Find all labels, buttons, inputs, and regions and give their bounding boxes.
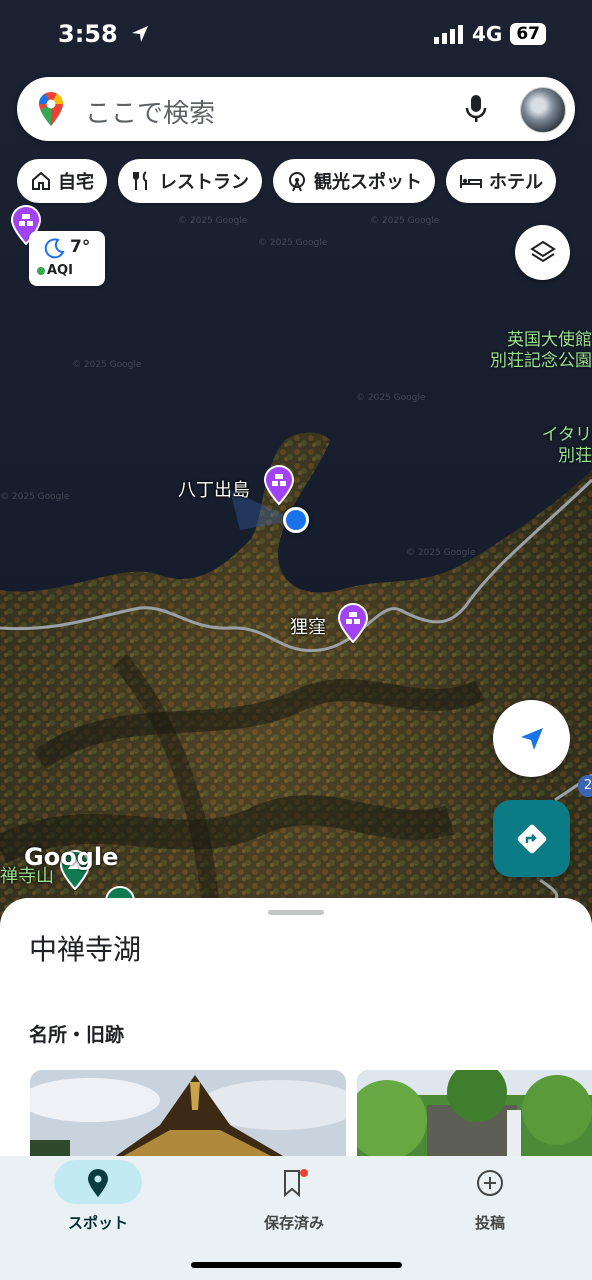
chip-home[interactable]: 自宅 xyxy=(17,159,107,203)
place-sheet[interactable]: 中禅寺湖 名所・旧跡 xyxy=(0,898,592,1158)
microphone-icon[interactable] xyxy=(465,94,487,124)
weather-temperature: 7° xyxy=(70,237,91,257)
chip-hotels[interactable]: ホテル xyxy=(446,159,556,203)
weather-aqi: AQI xyxy=(47,263,73,278)
tab-saved[interactable]: 保存済み xyxy=(214,1156,374,1256)
chip-attractions[interactable]: 観光スポット xyxy=(273,159,435,203)
network-type: 4G xyxy=(471,22,503,46)
place-photo[interactable] xyxy=(30,1070,346,1158)
layers-icon xyxy=(529,240,556,262)
road-badge: 2 xyxy=(578,775,592,797)
tab-label: 投稿 xyxy=(474,1214,505,1232)
chip-label: レストラン xyxy=(159,172,249,193)
google-logo: Google xyxy=(24,843,119,871)
status-time: 3:58 xyxy=(58,20,150,48)
my-location-dot xyxy=(283,507,309,533)
account-avatar[interactable] xyxy=(520,87,566,133)
place-label-italy[interactable]: イタリ 別荘 xyxy=(542,425,592,467)
waterfall-photo xyxy=(357,1070,592,1158)
moon-icon xyxy=(44,238,65,259)
battery-level: 67 xyxy=(510,23,546,45)
restaurant-icon xyxy=(133,171,147,190)
search-input[interactable]: ここで検索 xyxy=(85,93,215,130)
add-circle-icon xyxy=(477,1170,503,1196)
my-location-button[interactable] xyxy=(493,700,570,777)
location-arrow-icon xyxy=(132,26,149,42)
category-chips: 自宅 レストラン 観光スポット ホテル xyxy=(17,159,556,203)
signal-icon xyxy=(433,25,463,44)
tab-label: 保存済み xyxy=(263,1214,324,1232)
map-watermark: © 2025 Google xyxy=(178,216,248,226)
chip-label: 観光スポット xyxy=(314,172,422,193)
section-title: 名所・旧跡 xyxy=(29,1024,125,1046)
place-label-tanukikubo[interactable]: 狸窪 xyxy=(290,613,326,639)
map-watermark: © 2025 Google xyxy=(72,360,142,370)
place-label-hacchodejima[interactable]: 八丁出島 xyxy=(178,476,250,502)
bed-icon xyxy=(460,175,482,188)
poi-pin-icon[interactable] xyxy=(336,603,370,643)
place-title: 中禅寺湖 xyxy=(29,933,142,966)
home-indicator xyxy=(191,1262,402,1268)
aqi-status-dot xyxy=(37,267,45,275)
ferris-wheel-icon xyxy=(289,172,305,192)
place-photo[interactable] xyxy=(357,1070,592,1158)
poi-pin-icon[interactable] xyxy=(262,465,296,505)
status-bar: 3:58 4G 67 xyxy=(0,0,592,70)
map-watermark: © 2025 Google xyxy=(356,393,426,403)
search-bar[interactable]: ここで検索 xyxy=(17,77,575,141)
weather-widget[interactable]: 7° AQI xyxy=(29,231,105,286)
layers-button[interactable] xyxy=(515,225,570,280)
map-watermark: © 2025 Google xyxy=(406,548,476,558)
chip-label: 自宅 xyxy=(58,172,94,193)
map-watermark: © 2025 Google xyxy=(370,216,440,226)
tab-contribute[interactable]: 投稿 xyxy=(410,1156,570,1256)
tab-spots[interactable]: スポット xyxy=(18,1156,178,1256)
place-label-british-embassy[interactable]: 英国大使館 別荘記念公園 xyxy=(490,330,592,372)
sheet-grabber[interactable] xyxy=(268,910,324,915)
bookmark-icon xyxy=(284,1169,308,1198)
map-watermark: © 2025 Google xyxy=(258,238,328,248)
chip-restaurant[interactable]: レストラン xyxy=(118,159,262,203)
tab-label: スポット xyxy=(67,1214,128,1232)
shrine-photo xyxy=(30,1070,346,1158)
location-pin-icon xyxy=(88,1169,108,1197)
home-icon xyxy=(32,171,50,190)
navigation-arrow-icon xyxy=(520,727,543,750)
google-maps-pin-icon xyxy=(38,92,63,126)
map-watermark: © 2025 Google xyxy=(0,492,70,502)
directions-button[interactable] xyxy=(493,800,570,877)
directions-icon xyxy=(517,824,546,853)
chip-label: ホテル xyxy=(489,172,543,193)
